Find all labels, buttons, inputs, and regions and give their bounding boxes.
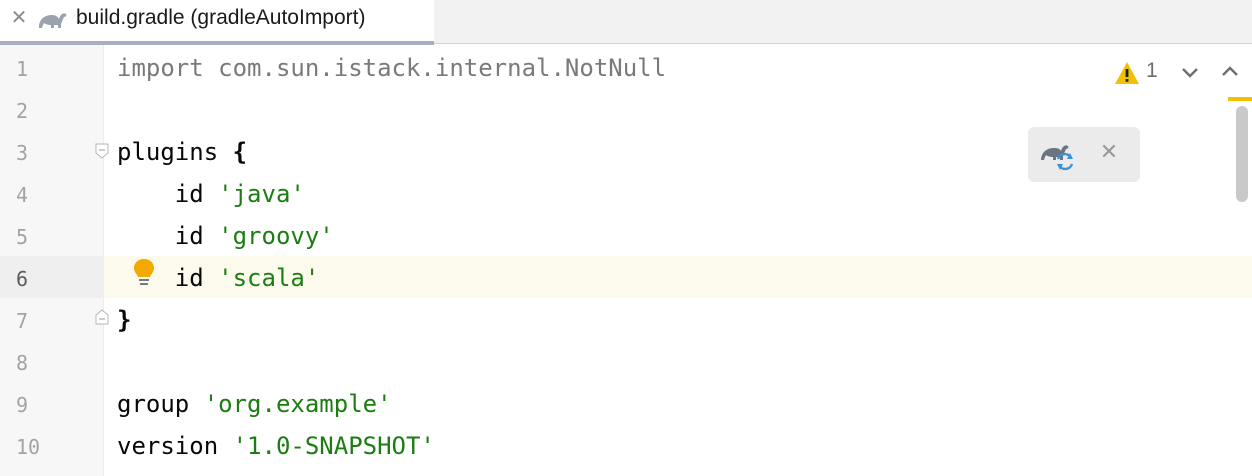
chevron-up-icon[interactable]	[1218, 60, 1242, 84]
code-line[interactable]: group 'org.example'	[117, 390, 392, 418]
line-number: 8	[16, 351, 29, 375]
line-number: 9	[16, 393, 29, 417]
string-literal: 'groovy'	[218, 222, 334, 250]
warning-stripe-marker[interactable]	[1228, 97, 1252, 101]
code-line[interactable]: }	[117, 306, 131, 334]
line-number: 10	[16, 435, 41, 459]
fold-start-icon[interactable]	[95, 143, 109, 159]
string-literal: 'org.example'	[203, 390, 392, 418]
code-token: plugins	[117, 138, 233, 166]
chevron-down-icon[interactable]	[1178, 60, 1202, 84]
warning-count: 1	[1146, 59, 1158, 82]
code-token: version	[117, 432, 233, 460]
line-number: 6	[16, 267, 29, 291]
line-number: 4	[16, 183, 29, 207]
fold-end-icon[interactable]	[95, 309, 109, 325]
line-number: 1	[16, 57, 29, 81]
editor-tab-bar: ✕ build.gradle (gradleAutoImport)	[0, 0, 1252, 45]
vertical-scrollbar[interactable]	[1236, 106, 1248, 202]
gradle-reload-icon[interactable]	[1039, 137, 1077, 171]
lightbulb-icon[interactable]	[131, 257, 157, 289]
code-token: import com.sun.istack.internal.NotNull	[117, 54, 667, 82]
code-token: id	[117, 180, 219, 208]
tab-close-icon[interactable]: ✕	[10, 8, 28, 28]
warning-icon[interactable]	[1114, 61, 1140, 85]
code-token: group	[117, 390, 204, 418]
code-token: }	[117, 306, 132, 334]
code-token: id	[117, 222, 219, 250]
line-number: 7	[16, 309, 29, 333]
code-token: {	[232, 138, 248, 166]
line-number: 5	[16, 225, 29, 249]
code-line[interactable]: import com.sun.istack.internal.NotNull	[117, 54, 666, 82]
string-literal: '1.0-SNAPSHOT'	[232, 432, 435, 460]
tab-title: build.gradle (gradleAutoImport)	[76, 6, 366, 29]
gradle-load-changes-popup: ✕	[1028, 127, 1140, 182]
string-literal: 'scala'	[218, 264, 320, 292]
code-line[interactable]: plugins {	[117, 138, 247, 166]
tab-build-gradle[interactable]: ✕ build.gradle (gradleAutoImport)	[0, 0, 434, 45]
popup-close-icon[interactable]: ✕	[1098, 141, 1120, 163]
gradle-elephant-icon	[36, 7, 68, 31]
code-line[interactable]: id 'java'	[117, 180, 305, 208]
line-number: 2	[16, 99, 29, 123]
code-line[interactable]: version '1.0-SNAPSHOT'	[117, 432, 435, 460]
line-number: 3	[16, 141, 29, 165]
code-line[interactable]: id 'groovy'	[117, 222, 334, 250]
string-literal: 'java'	[218, 180, 305, 208]
